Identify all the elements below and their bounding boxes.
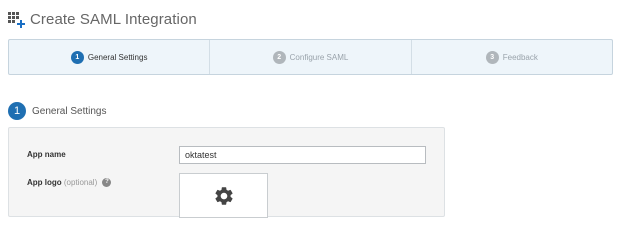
optional-hint: (optional) [63, 178, 98, 187]
step-label: General Settings [87, 52, 148, 62]
general-settings-form: App name App logo (optional) ? [8, 127, 445, 218]
section-title: General Settings [32, 105, 107, 117]
app-logo-label: App logo [27, 178, 62, 187]
step-number-badge: 3 [485, 50, 499, 64]
gear-icon [214, 186, 233, 205]
step-label: Configure SAML [289, 52, 349, 62]
wizard-step-feedback[interactable]: 3 Feedback [410, 40, 612, 74]
app-name-label: App name [27, 150, 66, 159]
step-number-badge: 1 [70, 50, 84, 64]
step-label: Feedback [502, 52, 538, 62]
wizard-step-general-settings[interactable]: 1 General Settings [9, 40, 209, 74]
page-header: Create SAML Integration [8, 8, 197, 30]
section-header: 1 General Settings [8, 102, 107, 120]
step-number-badge: 2 [272, 50, 286, 64]
app-logo-label-row: App logo (optional) ? [27, 178, 112, 188]
help-icon[interactable]: ? [102, 178, 112, 188]
page-title: Create SAML Integration [30, 10, 197, 28]
add-app-grid-icon [8, 11, 25, 28]
wizard-steps: 1 General Settings 2 Configure SAML 3 Fe… [8, 39, 613, 75]
wizard-step-configure-saml[interactable]: 2 Configure SAML [209, 40, 410, 74]
app-logo-upload[interactable] [179, 173, 268, 218]
section-number-badge: 1 [8, 102, 26, 120]
app-name-input[interactable] [179, 146, 426, 164]
